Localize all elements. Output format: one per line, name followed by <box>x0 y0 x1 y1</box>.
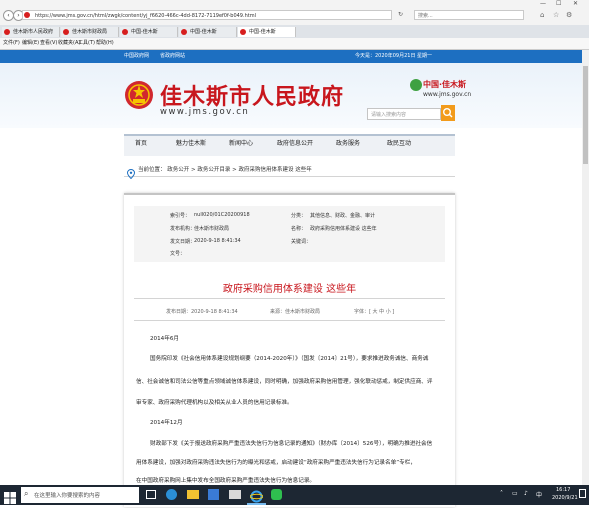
menu-tools[interactable]: 工具(T) <box>78 39 95 48</box>
ie-browser-icon[interactable] <box>249 488 264 503</box>
article-line: 2014年12月 <box>150 420 183 426</box>
taskbar-search-box[interactable]: ⌕ 在这里输入你要搜索的内容 <box>21 487 139 503</box>
breadcrumb-separator: > <box>232 167 237 173</box>
tab-favicon-icon <box>181 29 187 35</box>
tray-chevron-icon[interactable]: ˄ <box>500 490 503 497</box>
nav-news[interactable]: 新闻中心 <box>229 134 253 154</box>
refresh-icon[interactable]: ↻ <box>398 10 410 20</box>
store-icon[interactable] <box>208 489 219 500</box>
scrollbar-thumb[interactable] <box>583 66 588 164</box>
article-line: 国务院印发《社会信用体系建设规划纲要（2014-2020年）》（国发〔2014〕… <box>150 356 429 362</box>
tab-3[interactable]: 中国-佳木斯 <box>120 27 178 37</box>
taskbar-search-placeholder: 在这里输入你要搜索的内容 <box>34 493 101 499</box>
breadcrumb-link-gov-open[interactable]: 政务公开 <box>167 167 189 173</box>
breadcrumb-prefix: 当前位置： <box>138 167 166 173</box>
meta-publisher-value: 佳木斯市财政局 <box>194 226 230 232</box>
menu-edit[interactable]: 编辑(E) <box>22 39 39 48</box>
font-size-control[interactable]: 字体：[ 大 中 小 ] <box>354 308 394 315</box>
meta-date-label: 发文日期： <box>170 239 196 245</box>
breadcrumb-current: 政府采购信用体系建设 这些年 <box>238 167 312 173</box>
windows-start-icon[interactable] <box>4 489 16 504</box>
nav-interaction[interactable]: 政民互动 <box>387 134 411 154</box>
meta-keywords-label: 关键词： <box>291 239 312 245</box>
input-method-indicator[interactable]: 中 <box>536 490 542 499</box>
article-line: 2014年6月 <box>150 336 179 342</box>
meta-divider <box>134 320 445 321</box>
meta-index-label: 索引号： <box>170 213 191 219</box>
top-info-strip <box>0 50 589 63</box>
tab-5-active[interactable]: 中国-佳木斯 <box>238 27 296 37</box>
article-source: 来源：佳木斯市财政局 <box>270 309 321 315</box>
site-favicon-icon <box>24 12 30 18</box>
favorites-star-icon[interactable]: ☆ <box>553 10 559 20</box>
tab-favicon-icon <box>63 29 69 35</box>
national-emblem-icon <box>124 78 154 112</box>
breadcrumb-path: 当前位置： 政务公开 > 政务公开目录 > 政府采购信用体系建设 这些年 <box>138 165 312 173</box>
minimize-icon[interactable]: — <box>540 0 546 7</box>
menu-file[interactable]: 文件(F) <box>3 39 20 48</box>
article-pub-time: 发布日期：2020-9-18 8:41:34 <box>166 309 238 315</box>
meta-name-label: 名称： <box>291 226 307 232</box>
meta-category-value: 其他信息、财政、金融、审计 <box>310 213 376 219</box>
wechat-icon[interactable] <box>271 489 282 500</box>
meta-date-value: 2020-9-18 8:41:34 <box>194 238 241 244</box>
site-logo-url: www.jms.gov.cn <box>160 107 250 117</box>
mail-icon[interactable] <box>229 490 241 499</box>
clock-date[interactable]: 2020/9/21 <box>552 495 578 501</box>
brand-name: 中国·佳木斯 <box>423 80 467 89</box>
browser-search-input[interactable]: 搜索... <box>414 10 524 20</box>
nav-gov-info[interactable]: 政府信息公开 <box>277 134 313 154</box>
menu-help[interactable]: 帮助(H) <box>96 39 114 48</box>
menu-favorites[interactable]: 收藏夹(A) <box>58 39 80 48</box>
site-search-button[interactable] <box>441 105 455 121</box>
nav-home[interactable]: 首页 <box>135 134 147 154</box>
article-title: 政府采购信用体系建设 这些年 <box>222 284 357 295</box>
meta-category-label: 分类： <box>291 213 307 219</box>
nav-services[interactable]: 政务服务 <box>336 134 360 154</box>
home-icon[interactable]: ⌂ <box>540 10 544 20</box>
breadcrumb-link-catalog[interactable]: 政务公开目录 <box>197 167 230 173</box>
location-pin-icon <box>126 164 136 180</box>
tab-favicon-icon <box>4 29 10 35</box>
tab-4[interactable]: 中国-佳木斯 <box>179 27 237 37</box>
settings-gear-icon[interactable]: ⚙ <box>566 10 572 20</box>
menu-view[interactable]: 查看(V) <box>40 39 57 48</box>
url-field[interactable]: https://www.jms.gov.cn/html/zwgk/content… <box>22 10 392 20</box>
network-icon[interactable]: ▭ <box>512 490 518 497</box>
article-line: 财政部下发《关于报送政府采购严重违法失信行为信息记录的通知》（财办库〔2014〕… <box>150 441 433 447</box>
article-line: 审专家、政府采购代理机构以及相关从业人员的信用记录标准。 <box>136 400 293 406</box>
article-line: 信、社会诚信和司法公信等重点领域诚信体系建设，同时明确，加强政府采购信用管理，强… <box>136 379 433 385</box>
brand-logo-icon <box>410 79 422 91</box>
close-icon[interactable]: ✕ <box>573 0 578 7</box>
clock-time[interactable]: 16:17 <box>556 487 570 493</box>
brand-url: www.jms.gov.cn <box>423 91 472 98</box>
meta-publisher-label: 发布机构： <box>170 226 196 232</box>
breadcrumb-separator: > <box>191 167 196 173</box>
volume-icon[interactable]: ♪ <box>524 490 528 497</box>
notification-icon[interactable] <box>579 489 586 498</box>
tab-favicon-icon <box>122 29 128 35</box>
taskbar-search-icon: ⌕ <box>24 489 29 498</box>
meta-name-value: 政府采购信用体系建设 这些年 <box>310 226 377 232</box>
title-divider <box>134 298 445 299</box>
task-view-icon[interactable] <box>146 490 156 499</box>
file-explorer-icon[interactable] <box>187 490 199 499</box>
tab-1[interactable]: 佳木斯市人民政府 <box>2 27 60 37</box>
date-text: 今天是：2020年09月21日 星期一 <box>355 53 433 59</box>
tab-2[interactable]: 佳木斯市财政局 <box>61 27 119 37</box>
link-central-gov[interactable]: 中国政府网 <box>124 50 149 63</box>
article-line: 在中国政府采购网上集中发布全国政府采购严重违法失信行为信息记录。 <box>136 478 316 484</box>
meta-docno-label: 文号： <box>170 251 186 257</box>
maximize-icon[interactable]: ☐ <box>556 0 561 7</box>
tab-favicon-icon <box>240 29 246 35</box>
link-province-gov[interactable]: 省政府网站 <box>160 50 185 63</box>
meta-index-value: null020/01C20200918 <box>194 212 250 218</box>
nav-charm[interactable]: 魅力佳木斯 <box>176 134 206 154</box>
article-line: 用体系建设，加强对政府采购违法失信行为的曝光和惩戒，启动建设“政府采购严重违法失… <box>136 460 416 466</box>
search-icon <box>443 108 453 118</box>
edge-browser-icon[interactable] <box>166 489 177 500</box>
site-search-input[interactable]: 请输入搜索内容 <box>367 108 441 120</box>
